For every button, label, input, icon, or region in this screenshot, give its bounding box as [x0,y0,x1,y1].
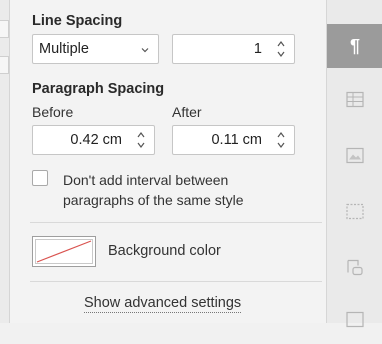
document-edge-strip [0,0,10,323]
tab-paragraph[interactable]: ¶ [327,24,382,68]
shape-icon [346,259,364,282]
ruler-marker [0,56,9,74]
line-spacing-value-stepper[interactable]: 1 [172,34,295,64]
after-label: After [172,104,202,120]
paragraph-settings-panel: Line Spacing Multiple 1 Paragraph Spacin… [10,0,326,323]
tab-table[interactable] [327,80,382,124]
before-label: Before [32,104,74,120]
no-interval-label-line1: Don't add interval between [63,172,229,188]
spacing-before-stepper[interactable]: 0.42 cm [32,125,155,155]
tab-image[interactable] [327,136,382,180]
paragraph-icon: ¶ [349,36,361,56]
tab-header-footer[interactable] [327,192,382,236]
image-icon [346,147,364,169]
ruler-marker [0,20,9,38]
spacing-after-stepper[interactable]: 0.11 cm [172,125,295,155]
spacing-before-value: 0.42 cm [70,132,122,148]
no-interval-label[interactable]: Don't add interval between paragraphs of… [63,170,244,210]
right-settings-rail: ¶ [326,0,382,328]
line-spacing-mode-select[interactable]: Multiple [32,34,159,64]
background-color-label: Background color [108,243,221,259]
spinner-arrows-icon[interactable] [276,130,286,150]
header-footer-icon [346,203,364,225]
show-advanced-settings-link[interactable]: Show advanced settings [84,295,242,313]
spacing-after-value: 0.11 cm [211,132,262,148]
line-spacing-heading: Line Spacing [32,13,123,29]
background-color-swatch[interactable] [32,236,96,267]
no-color-swatch [35,239,93,264]
table-icon [346,91,364,113]
no-interval-label-line2: paragraphs of the same style [63,192,244,208]
no-interval-checkbox[interactable] [32,170,48,186]
spinner-arrows-icon[interactable] [276,39,286,59]
tab-chart[interactable] [327,300,382,344]
divider [30,222,322,223]
chevron-down-icon [140,43,150,53]
spinner-arrows-icon[interactable] [136,130,146,150]
paragraph-spacing-heading: Paragraph Spacing [32,81,165,97]
divider [30,281,322,282]
line-spacing-mode-value: Multiple [39,41,89,57]
chart-icon [346,311,364,333]
tab-shape[interactable] [327,248,382,292]
line-spacing-value: 1 [253,41,262,57]
